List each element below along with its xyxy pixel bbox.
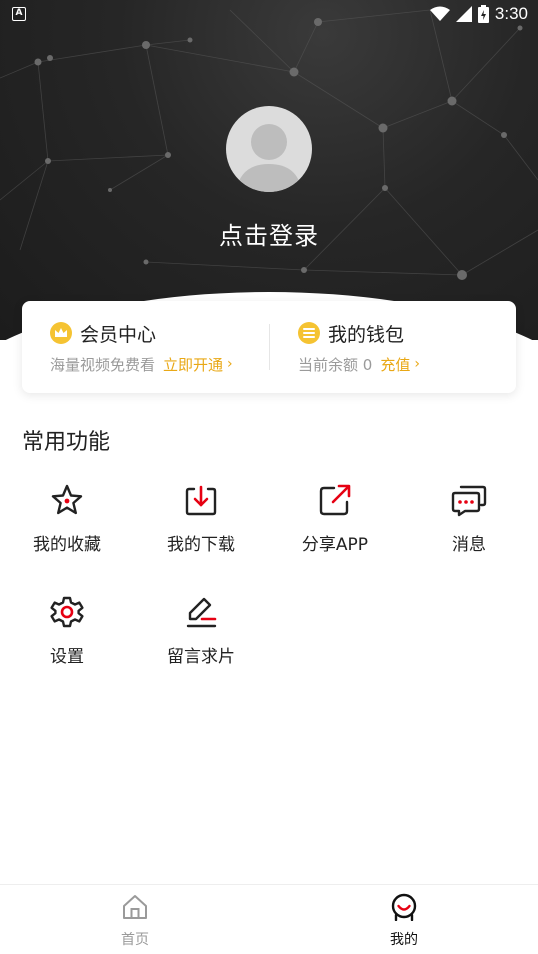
status-time: 3:30 xyxy=(494,4,528,23)
home-icon xyxy=(123,895,147,919)
avatar[interactable] xyxy=(226,106,312,192)
wallet-icon xyxy=(298,322,320,344)
request-film-label: 留言求片 xyxy=(167,647,235,667)
downloads-button[interactable]: 我的下载 xyxy=(136,480,266,555)
request-film-button[interactable]: 留言求片 xyxy=(136,592,266,667)
favorites-button[interactable]: 我的收藏 xyxy=(2,480,132,555)
nav-home-label: 首页 xyxy=(121,932,149,948)
login-button[interactable]: 点击登录 xyxy=(0,216,538,251)
section-title: 常用功能 xyxy=(22,430,111,455)
share-app-label: 分享APP xyxy=(301,535,369,555)
profile-icon xyxy=(391,893,417,922)
open-membership-label: 立即开通 xyxy=(163,355,224,374)
nav-mine[interactable]: 我的 xyxy=(354,893,454,949)
my-wallet[interactable]: 我的钱包 当前余额 0 充值 › xyxy=(298,319,420,375)
nav-mine-label: 我的 xyxy=(390,932,418,948)
wallet-balance: 当前余额 0 xyxy=(298,355,373,374)
chevron-right-icon: › xyxy=(414,356,420,372)
card-divider xyxy=(269,324,270,370)
share-app-button[interactable]: 分享APP xyxy=(270,480,400,555)
member-center-title: 会员中心 xyxy=(80,323,157,346)
nav-home[interactable]: 首页 xyxy=(85,893,185,949)
edit-icon xyxy=(186,597,217,628)
member-center-subtitle: 海量视频免费看 xyxy=(50,355,156,374)
account-card: 会员中心 海量视频免费看 立即开通 › 我的钱包 当前余额 0 充值 › xyxy=(22,301,516,393)
recharge-link[interactable]: 充值 › xyxy=(380,354,420,375)
open-membership-link[interactable]: 立即开通 › xyxy=(163,354,233,375)
recharge-label: 充值 xyxy=(380,355,411,374)
message-icon xyxy=(451,485,487,517)
share-icon xyxy=(319,484,351,516)
messages-button[interactable]: 消息 xyxy=(404,480,534,555)
signal-icon xyxy=(455,6,472,22)
status-bar: A 3:30 xyxy=(0,0,538,28)
messages-label: 消息 xyxy=(452,535,486,555)
member-center[interactable]: 会员中心 海量视频免费看 立即开通 › xyxy=(50,319,233,375)
my-wallet-title: 我的钱包 xyxy=(328,323,405,346)
settings-button[interactable]: 设置 xyxy=(2,592,132,667)
favorites-label: 我的收藏 xyxy=(33,535,101,555)
notification-icon: A xyxy=(12,7,26,21)
settings-label: 设置 xyxy=(50,647,84,667)
chevron-right-icon: › xyxy=(227,356,233,372)
star-icon xyxy=(51,484,83,515)
downloads-label: 我的下载 xyxy=(167,535,235,555)
avatar-placeholder-icon xyxy=(236,124,302,192)
gear-icon xyxy=(50,596,84,628)
bottom-navigation: 首页 我的 xyxy=(0,884,538,954)
wifi-icon xyxy=(429,6,450,21)
download-icon xyxy=(185,485,217,516)
crown-icon xyxy=(50,322,72,344)
battery-icon xyxy=(477,5,489,23)
